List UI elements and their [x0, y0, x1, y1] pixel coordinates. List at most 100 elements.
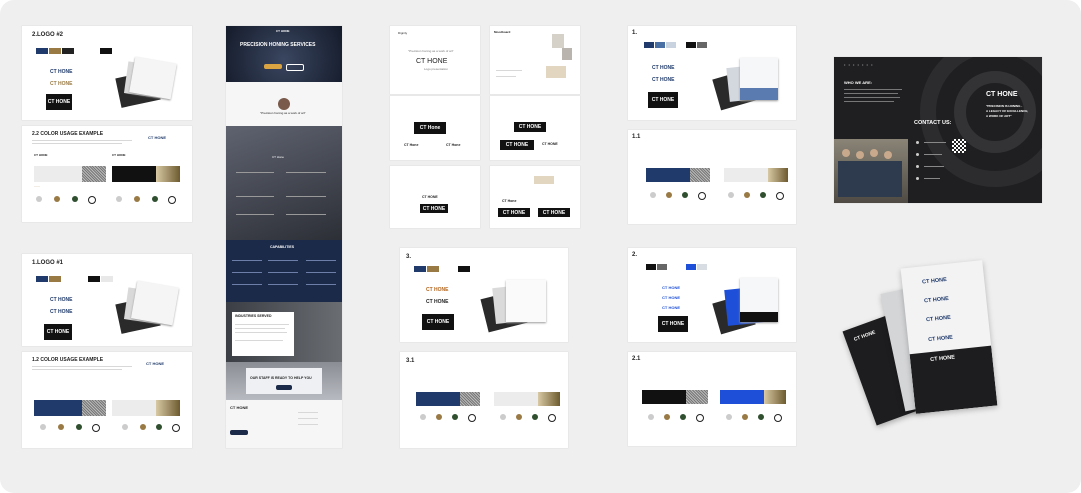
text-line — [844, 101, 894, 102]
text-line — [268, 260, 298, 261]
showcase-canvas: 2.LOGO #2 CT HONE CT HONE CT HONE 2.2 CO… — [0, 0, 1081, 493]
text-line — [235, 340, 283, 341]
logo-block-black: CT HONE — [648, 92, 678, 108]
swatch-navy — [36, 276, 48, 282]
flyer-dots: • • • • • • • — [844, 62, 874, 67]
logo-block-black: CT HONE — [44, 324, 72, 340]
usage-card-texture — [686, 390, 708, 404]
swatch-black — [686, 42, 696, 48]
swatch-light — [666, 42, 676, 48]
text-line — [32, 369, 122, 370]
text-line — [924, 154, 942, 155]
logo-text: CT HONE — [146, 361, 164, 366]
title-subtitle: Logo presentation — [424, 67, 449, 71]
footer-button[interactable] — [230, 430, 248, 435]
team-member — [856, 151, 864, 159]
swatch-navy — [36, 48, 48, 54]
text-line — [496, 76, 516, 77]
hero-button-quote[interactable] — [264, 64, 282, 69]
sheet-3-1: 3.1 — [400, 352, 568, 448]
badge-icon — [516, 414, 522, 420]
mood-image — [562, 48, 572, 60]
swatch-black — [646, 264, 656, 270]
swatch-black-2 — [100, 48, 112, 54]
usage-card-navy — [646, 168, 690, 182]
swatch-navy — [644, 42, 654, 48]
logo-block-black: CT HONE — [422, 314, 454, 330]
label: CT HONE — [34, 153, 48, 157]
about-section: CT Hone — [226, 126, 342, 240]
sheet-number: 1. — [632, 30, 638, 36]
swatch-gold — [49, 276, 61, 282]
badge-icon — [664, 414, 670, 420]
badge-icon — [172, 424, 180, 432]
mood-image — [552, 34, 564, 48]
badge-icon — [420, 414, 426, 420]
cta-card: OUR STAFF IS READY TO HELP YOU — [246, 368, 322, 394]
text-line — [298, 424, 318, 425]
badge-icon — [40, 424, 46, 430]
sheet-number: 1.1 — [632, 134, 641, 140]
badge-icon — [682, 192, 688, 198]
text-line — [924, 142, 946, 143]
industries-title: INDUSTRIES SERVED — [235, 314, 272, 318]
usage-card-texture — [690, 168, 710, 182]
swatch-navy — [414, 266, 426, 272]
logo-text: CT Hone — [404, 143, 419, 147]
badge-icon — [92, 424, 100, 432]
text-line — [235, 324, 289, 325]
badge-icon — [742, 414, 748, 420]
hero-button-contact[interactable] — [286, 64, 304, 71]
paper-logo: CT HONE — [927, 334, 954, 344]
logo-text: CT HONE — [50, 297, 73, 303]
paper-back-logo: CT HONE — [853, 329, 877, 343]
mockup-paper-front — [131, 280, 179, 326]
industries-section: INDUSTRIES SERVED — [226, 302, 342, 362]
cta-button[interactable] — [276, 385, 292, 390]
logo-block-black: CT HONE — [46, 94, 72, 110]
text-line — [298, 412, 318, 413]
text-line — [844, 97, 900, 98]
paper-logo: CT HONE — [923, 295, 950, 305]
badge-icon — [648, 414, 654, 420]
cta-section: OUR STAFF IS READY TO HELP YOU — [226, 362, 342, 400]
logo-text: CT HONE — [148, 135, 166, 140]
flyer-slogan: "PRECISION IS HONING - — [986, 104, 1023, 108]
logo-text: CT HONE — [662, 285, 680, 290]
logo-text: CT HONE — [426, 299, 449, 305]
text-line — [844, 93, 898, 94]
badge-icon — [744, 192, 750, 198]
flyer-slogan: A LEGACY OF EXCELLENCE, — [986, 109, 1029, 113]
badge-icon — [58, 424, 64, 430]
qr-code-icon — [952, 139, 966, 153]
text-line — [236, 214, 274, 215]
team-member — [884, 151, 892, 159]
badge-icon — [76, 424, 82, 430]
flyer-slogan: A WORK OF ART" — [986, 114, 1012, 118]
logo-text: CT HONE — [50, 81, 73, 87]
presentation-title-slide: Dignity "Precision honing as a work of a… — [390, 26, 480, 94]
email-icon — [916, 165, 919, 168]
badge-icon — [650, 192, 656, 198]
sheet-logo-1: 1.LOGO #1 CT HONE CT HONE CT HONE — [22, 254, 192, 346]
usage-card-navy — [416, 392, 460, 406]
badge-icon — [500, 414, 506, 420]
badge-icon — [548, 414, 556, 422]
swatch-light — [101, 276, 113, 282]
avatar — [278, 98, 290, 110]
sheet-title: 2.2 COLOR USAGE EXAMPLE — [32, 131, 104, 137]
swatch-black — [458, 266, 470, 272]
text-line — [268, 272, 298, 273]
presentation-slide: CT HONE CT HONE CT HONE — [490, 96, 580, 160]
text-line — [32, 366, 132, 367]
swatch-black — [88, 276, 100, 282]
label: ——— — [34, 186, 40, 188]
text-line — [924, 166, 944, 167]
swatch-light — [697, 264, 707, 270]
presentation-slide: CT Hone CT HONE CT HONE — [490, 166, 580, 228]
usage-card-texture — [460, 392, 480, 406]
mockup-paper-front — [506, 280, 546, 322]
website-quote: "Precision honing as a work of art" — [260, 111, 306, 115]
badge-icon — [54, 196, 60, 202]
usage-card-light — [34, 166, 82, 182]
